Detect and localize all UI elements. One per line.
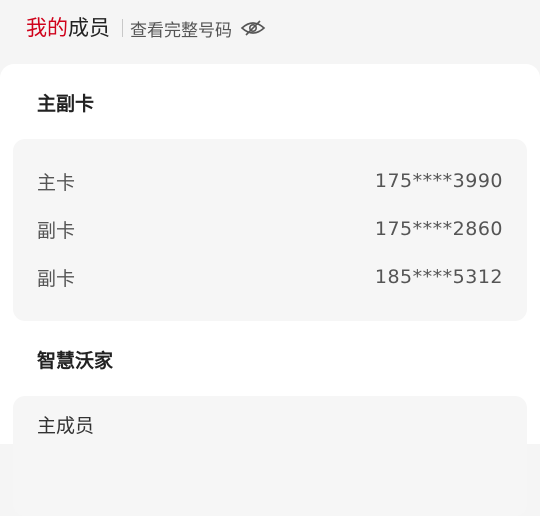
list-item[interactable]: 副卡 185****5312 (13, 262, 527, 292)
phone-number: 185****5312 (374, 266, 503, 288)
phone-number: 175****2860 (374, 218, 503, 240)
card-type-label: 副卡 (37, 219, 76, 242)
phone-number: 175****3990 (374, 170, 503, 192)
card-type-label: 副卡 (37, 267, 76, 290)
smart-home-list: 主成员 (13, 396, 527, 516)
main-sub-cards-list: 主卡 175****3990 副卡 175****2860 副卡 185****… (13, 139, 527, 321)
eye-slash-icon[interactable] (240, 19, 266, 37)
page-header: 我的成员 查看完整号码 (0, 0, 540, 62)
page-title-accent: 我的 (26, 16, 68, 40)
main-member-label: 主成员 (37, 415, 95, 437)
show-full-numbers-button[interactable]: 查看完整号码 (130, 16, 266, 41)
page-title: 我的成员 (26, 13, 110, 43)
list-item[interactable]: 副卡 175****2860 (13, 214, 527, 244)
page-title-rest: 成员 (68, 16, 110, 40)
show-full-numbers-label: 查看完整号码 (130, 20, 232, 41)
main-sub-cards-title: 主副卡 (37, 93, 95, 115)
card-type-label: 主卡 (37, 171, 76, 194)
smart-home-title: 智慧沃家 (37, 350, 114, 372)
title-divider (122, 19, 123, 37)
members-panel: 主副卡 主卡 175****3990 副卡 175****2860 副卡 185… (0, 64, 540, 516)
list-item[interactable]: 主卡 175****3990 (13, 166, 527, 196)
